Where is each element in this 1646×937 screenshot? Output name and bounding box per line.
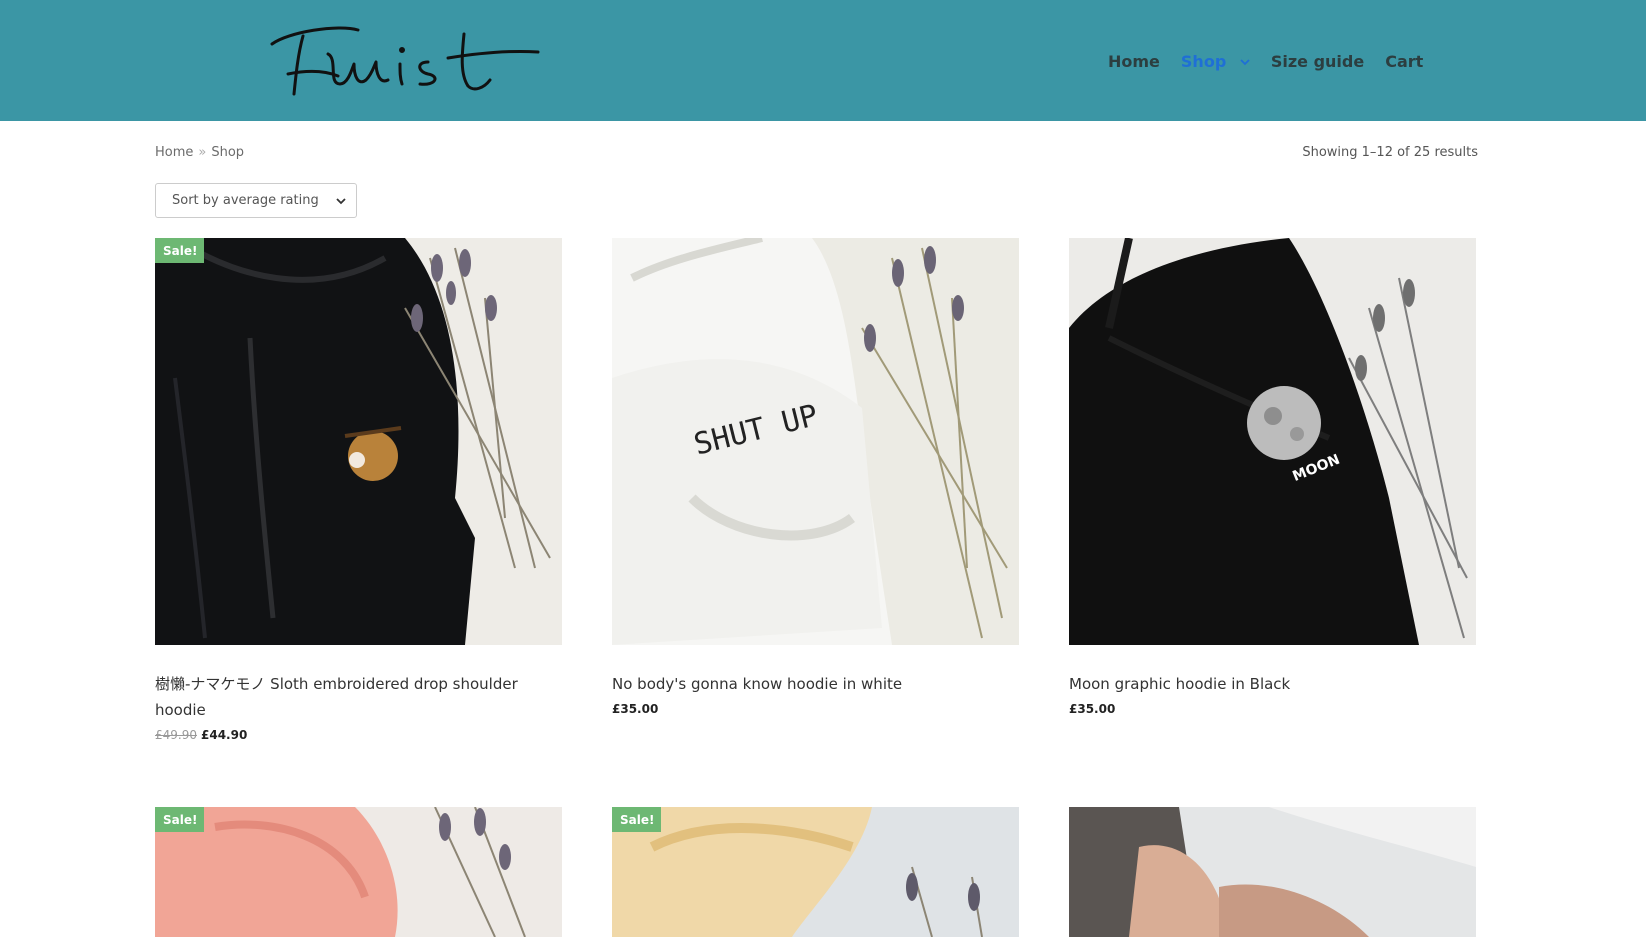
product-image[interactable]: Sale!: [612, 807, 1019, 937]
main-nav: Home Shop Size guide Cart: [1108, 48, 1444, 74]
product-card[interactable]: Sale! 樹懶-ナマケモノ Sloth embroidered drop sh…: [155, 238, 562, 742]
breadcrumb: Home » Shop: [155, 145, 244, 160]
product-image[interactable]: [1069, 807, 1476, 937]
breadcrumb-separator: »: [198, 145, 207, 160]
product-card[interactable]: Sale!: [155, 807, 562, 937]
nav-cart[interactable]: Cart: [1385, 52, 1423, 71]
chevron-down-icon: [336, 198, 346, 205]
nav-home[interactable]: Home: [1108, 52, 1160, 71]
chevron-down-icon: [1240, 59, 1250, 66]
product-image[interactable]: MOON: [1069, 238, 1476, 645]
sort-selected-value: Sort by average rating: [172, 193, 319, 208]
product-card[interactable]: MOON Moon graphic hoodie in Black £35.00: [1069, 238, 1476, 716]
nav-shop[interactable]: Shop: [1181, 52, 1250, 71]
result-count: Showing 1–12 of 25 results: [1302, 145, 1478, 160]
product-price: £35.00: [612, 702, 659, 716]
site-header: Home Shop Size guide Cart: [0, 0, 1646, 121]
product-card[interactable]: Sale!: [612, 807, 1019, 937]
sale-badge: Sale!: [612, 807, 662, 832]
nav-size-guide[interactable]: Size guide: [1271, 52, 1364, 71]
product-image[interactable]: SHUT UP: [612, 238, 1019, 645]
site-logo[interactable]: [268, 14, 568, 104]
breadcrumb-current: Shop: [211, 145, 245, 160]
product-title[interactable]: Moon graphic hoodie in Black: [1069, 671, 1476, 697]
product-image[interactable]: Sale!: [155, 238, 562, 645]
product-card[interactable]: [1069, 807, 1476, 937]
product-price: £35.00: [1069, 702, 1116, 716]
product-title[interactable]: 樹懶-ナマケモノ Sloth embroidered drop shoulder…: [155, 671, 562, 723]
sale-badge: Sale!: [155, 807, 205, 832]
sale-badge: Sale!: [155, 238, 205, 263]
sort-dropdown[interactable]: Sort by average rating: [155, 183, 357, 218]
product-old-price: £49.90: [155, 728, 197, 742]
nav-shop-label: Shop: [1180, 51, 1227, 71]
product-sale-price: £44.90: [201, 728, 248, 742]
product-image[interactable]: Sale!: [155, 807, 562, 937]
product-title[interactable]: No body's gonna know hoodie in white: [612, 671, 1019, 697]
breadcrumb-home[interactable]: Home: [155, 145, 193, 160]
product-card[interactable]: SHUT UP No body's gonna know hoodie in w…: [612, 238, 1019, 716]
product-price: £49.90 £44.90: [155, 728, 562, 742]
